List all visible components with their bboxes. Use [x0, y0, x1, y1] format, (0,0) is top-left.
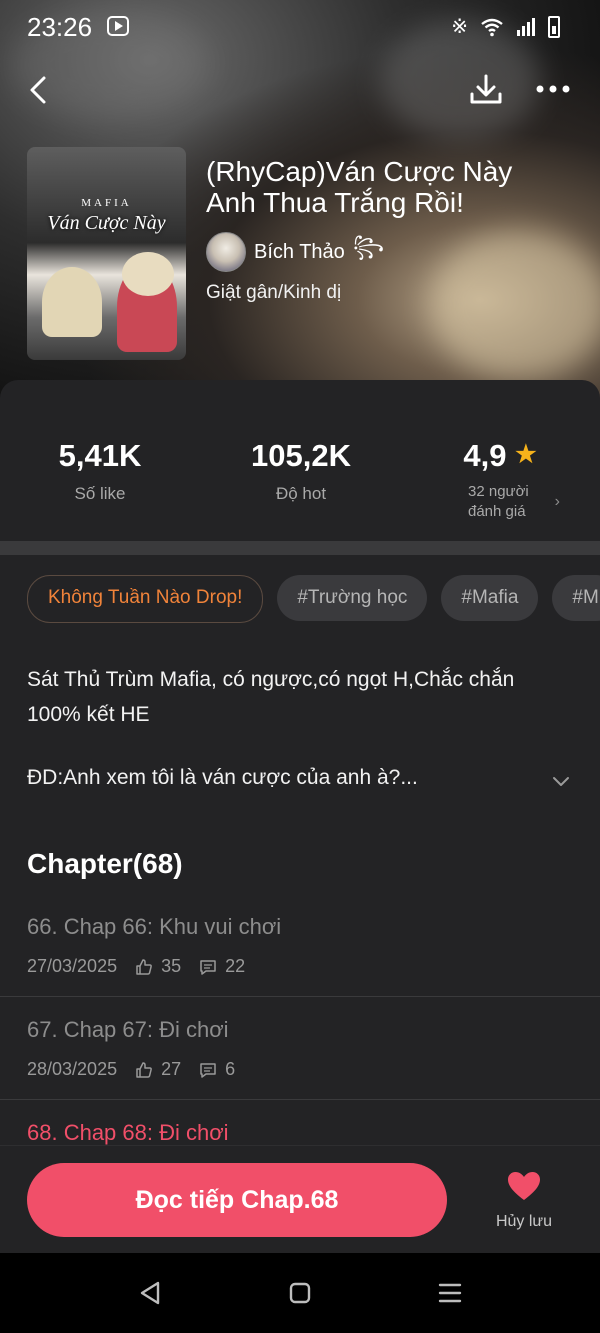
- chapter-meta: 27/03/2025 35 22: [27, 956, 245, 977]
- bluetooth-icon: ※: [451, 16, 468, 38]
- stat-likes: 5,41K Số like: [40, 438, 160, 504]
- rating-value: 4,9: [463, 438, 507, 473]
- chapter-date: 28/03/2025: [27, 1059, 118, 1079]
- tag-chip[interactable]: #M: [552, 575, 600, 621]
- triangle-back-icon: [140, 1281, 160, 1305]
- chapters-header: Chapter(68): [27, 848, 183, 879]
- likes-value: 5,41K: [58, 438, 142, 473]
- tag-chip[interactable]: #Mafia: [441, 575, 539, 621]
- cover-top-text: MAFIA: [81, 197, 132, 209]
- story-title: (RhyCap)Ván Cược Này Anh Thua Trắng Rồi!: [206, 156, 513, 218]
- chevron-left-icon: [30, 76, 46, 104]
- chapter-title: 67. Chap 67: Đi chơi: [27, 1017, 229, 1042]
- back-button[interactable]: [22, 72, 58, 108]
- square-home-icon: [289, 1282, 311, 1304]
- menu-lines-icon: [438, 1283, 462, 1303]
- system-nav-bar: [0, 1253, 600, 1333]
- continue-reading-button[interactable]: Đọc tiếp Chap.68: [27, 1163, 447, 1237]
- chapter-item-current[interactable]: 68. Chap 68: Đi chơi: [0, 1106, 600, 1146]
- signal-icon: [517, 17, 535, 36]
- chapter-title: 66. Chap 66: Khu vui chơi: [27, 914, 282, 939]
- tag-chip[interactable]: Không Tuần Nào Drop!: [27, 575, 264, 623]
- chapter-item[interactable]: 66. Chap 66: Khu vui chơi 27/03/2025 35 …: [0, 900, 600, 996]
- thumbs-up-icon: [136, 1061, 152, 1078]
- story-genre[interactable]: Giật gân/Kinh dị: [206, 282, 341, 304]
- cover-title-text: Ván Cược Này: [47, 212, 166, 234]
- author-avatar[interactable]: [206, 232, 246, 272]
- comment-icon: [200, 1062, 216, 1078]
- expand-description-button[interactable]: [550, 770, 572, 792]
- rating-count-line1: 32 người: [468, 483, 529, 500]
- chapter-date: 27/03/2025: [27, 956, 118, 976]
- chapter-item[interactable]: 67. Chap 67: Đi chơi 28/03/2025 27 6: [0, 1003, 600, 1099]
- rating-count-line2: đánh giá: [468, 503, 526, 520]
- section-divider: [0, 541, 600, 555]
- tag-chip[interactable]: #Trường học: [277, 575, 428, 621]
- battery-icon: [548, 15, 560, 38]
- story-description-more[interactable]: ĐD:Anh xem tôi là ván cược của anh à?...: [27, 766, 418, 790]
- download-button[interactable]: [466, 70, 506, 110]
- stat-hot: 105,2K Độ hot: [236, 438, 366, 504]
- media-notification-icon: [107, 16, 129, 36]
- chevron-down-icon: [553, 777, 569, 786]
- chapter-like-count: 35: [161, 956, 182, 976]
- author-row[interactable]: Bích Thảo ꧂: [206, 232, 384, 272]
- more-dots-icon: [536, 85, 570, 93]
- comment-icon: [200, 959, 216, 975]
- unsave-button[interactable]: Hủy lưu: [485, 1170, 563, 1231]
- author-badge: ꧂: [352, 236, 385, 258]
- status-icons: ※: [451, 14, 560, 39]
- hot-label: Độ hot: [275, 484, 327, 503]
- wifi-icon: [481, 18, 503, 36]
- nav-home-button[interactable]: [280, 1273, 320, 1313]
- star-icon: ★: [515, 441, 537, 468]
- unsave-label: Hủy lưu: [495, 1213, 553, 1230]
- more-options-button[interactable]: [530, 74, 576, 104]
- story-cover[interactable]: MAFIA Ván Cược Này: [27, 147, 186, 360]
- chapter-meta: 28/03/2025 27 6: [27, 1059, 235, 1080]
- chapter-divider: [0, 1099, 600, 1100]
- chevron-right-icon: ›: [554, 493, 560, 510]
- hot-value: 105,2K: [251, 438, 351, 473]
- tag-list: Không Tuần Nào Drop! #Trường học #Mafia …: [27, 575, 600, 623]
- story-description: Sát Thủ Trùm Mafia, có ngược,có ngọt H,C…: [27, 668, 515, 726]
- chapter-title-current: 68. Chap 68: Đi chơi: [27, 1120, 229, 1145]
- heart-icon: [508, 1172, 540, 1200]
- status-time: 23:26: [27, 12, 93, 42]
- status-bar: 23:26 ※: [0, 0, 600, 54]
- chapter-comment-count: 22: [225, 956, 246, 976]
- likes-label: Số like: [74, 484, 126, 503]
- chapter-like-count: 27: [161, 1059, 182, 1079]
- chapter-divider: [0, 996, 600, 997]
- stat-rating[interactable]: 4,9 ★ 32 người đánh giá ›: [445, 438, 560, 522]
- rating-count: 32 người đánh giá ›: [445, 482, 560, 522]
- author-name[interactable]: Bích Thảo: [254, 241, 345, 264]
- chapter-comment-count: 6: [225, 1059, 236, 1079]
- nav-recents-button[interactable]: [430, 1273, 470, 1313]
- thumbs-up-icon: [136, 958, 152, 975]
- nav-back-button[interactable]: [130, 1273, 170, 1313]
- download-icon: [470, 74, 502, 104]
